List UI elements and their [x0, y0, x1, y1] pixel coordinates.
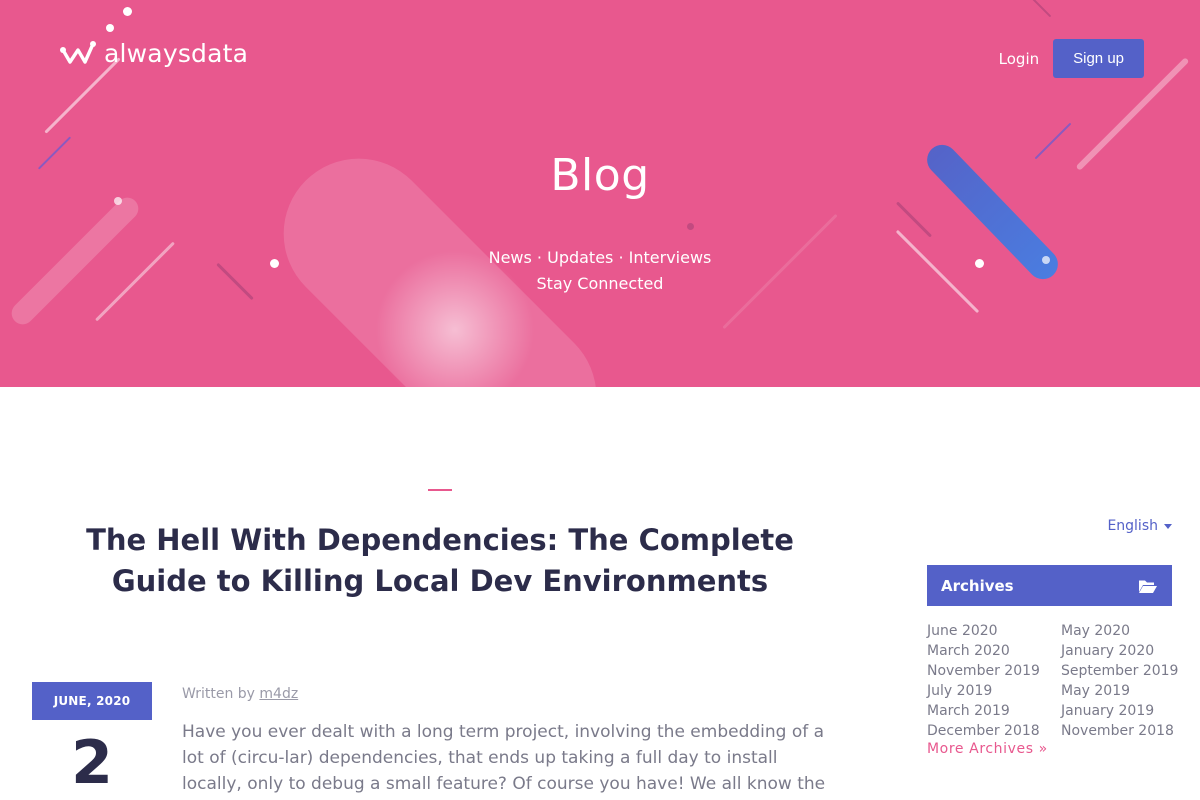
- archive-link[interactable]: May 2020: [1061, 621, 1187, 641]
- language-label: English: [1107, 518, 1158, 534]
- hero-decoration: [44, 57, 121, 134]
- hero-dot: [123, 7, 132, 16]
- hero-banner: alwaysdata Login Sign up Blog News · Upd…: [0, 0, 1200, 387]
- page-tagline: Stay Connected: [536, 274, 664, 293]
- logo-mark-icon: [60, 41, 96, 64]
- title-accent-divider: [428, 489, 452, 491]
- archive-link[interactable]: January 2019: [1061, 701, 1187, 721]
- archive-link[interactable]: November 2018: [1061, 721, 1187, 741]
- archive-link[interactable]: March 2020: [927, 641, 1061, 661]
- post-date-month: JUNE, 2020: [32, 682, 152, 720]
- page-title: Blog: [550, 150, 650, 201]
- top-nav: Login Sign up: [999, 39, 1144, 78]
- hero-decoration: [722, 213, 838, 330]
- logo-text: alwaysdata: [104, 38, 249, 68]
- caret-down-icon: [1164, 523, 1172, 529]
- archive-link[interactable]: November 2019: [927, 661, 1061, 681]
- post-date-day: 2: [71, 728, 113, 798]
- login-link[interactable]: Login: [999, 50, 1039, 68]
- archive-link[interactable]: September 2019: [1061, 661, 1187, 681]
- archives-header: Archives: [927, 565, 1172, 606]
- hero-decoration: [1028, 0, 1052, 18]
- logo[interactable]: alwaysdata: [60, 38, 248, 68]
- archive-link[interactable]: January 2020: [1061, 641, 1187, 661]
- post-excerpt: Have you ever dealt with a long term pro…: [182, 722, 826, 794]
- post-byline: Written by m4dz: [182, 686, 298, 702]
- hero-decoration: [895, 201, 933, 238]
- language-selector[interactable]: English: [1107, 518, 1172, 534]
- archives-title: Archives: [941, 576, 1014, 595]
- archive-link[interactable]: May 2019: [1061, 681, 1187, 701]
- archives-list: June 2020 May 2020 March 2020 January 20…: [927, 621, 1187, 741]
- page-subtitle: News · Updates · Interviews: [488, 248, 712, 267]
- hero-dot: [106, 24, 114, 32]
- archive-link[interactable]: December 2018: [927, 721, 1061, 741]
- signup-button[interactable]: Sign up: [1053, 39, 1144, 78]
- author-link[interactable]: m4dz: [259, 686, 298, 702]
- hero-decoration: [895, 229, 980, 314]
- archive-link[interactable]: July 2019: [927, 681, 1061, 701]
- hero-dot: [687, 223, 694, 230]
- folder-open-icon: [1139, 580, 1157, 593]
- archive-link[interactable]: June 2020: [927, 621, 1061, 641]
- more-archives-link[interactable]: More Archives »: [927, 741, 1048, 757]
- archive-link[interactable]: March 2019: [927, 701, 1061, 721]
- post-title[interactable]: The Hell With Dependencies: The Complete…: [40, 520, 840, 602]
- byline-label: Written by: [182, 686, 255, 702]
